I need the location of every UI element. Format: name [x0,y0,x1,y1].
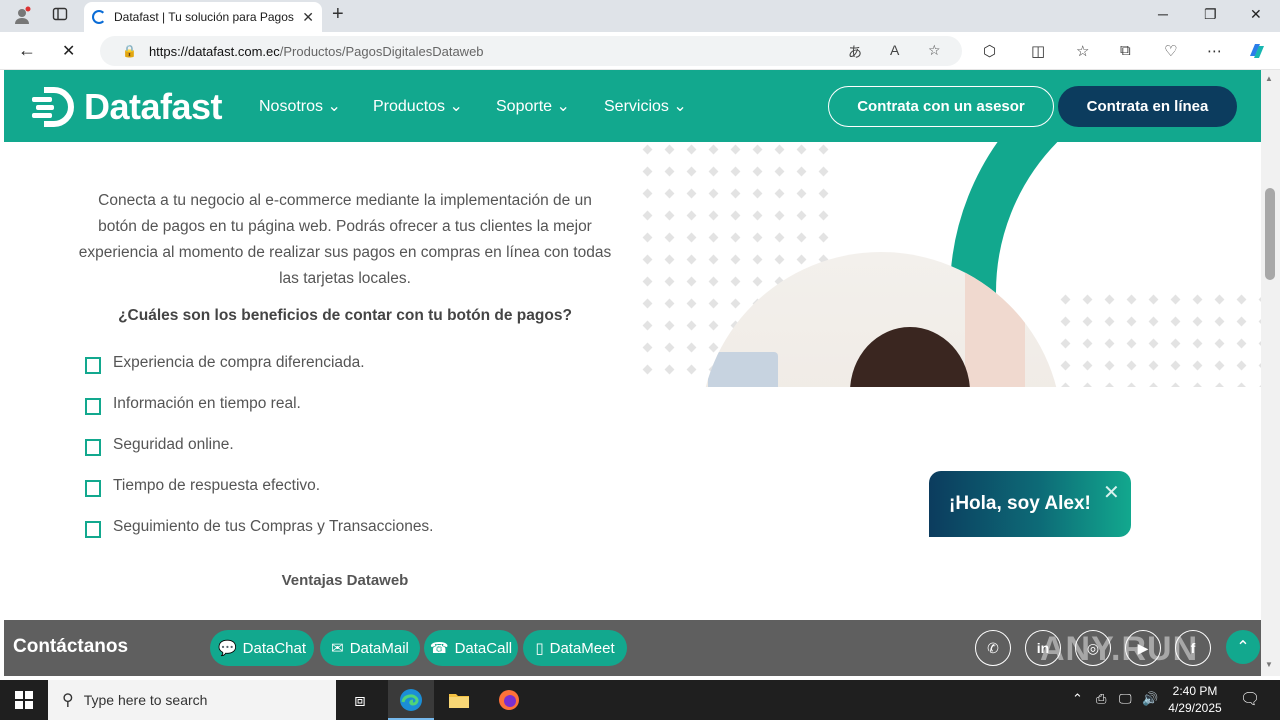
chat-icon: 💬 [217,640,237,657]
search-icon: ⚲ [62,692,74,709]
task-view-icon[interactable]: ⧈ [348,688,372,712]
phone-icon: ☎ [429,640,449,657]
search-placeholder: Type here to search [83,692,208,708]
clock-date: 4/29/2025 [1168,701,1222,715]
browser-tabbar: Datafast | Tu solución para Pagos ✕ + ─ … [0,0,1280,32]
tab-title: Datafast | Tu solución para Pagos [114,10,294,24]
taskbar-search[interactable]: ⚲ Type here to search [48,680,336,720]
benefit-item: Seguimiento de tus Compras y Transaccion… [85,515,434,538]
chevron-down-icon: ⌄ [673,98,687,115]
contract-advisor-button[interactable]: Contrata con un asesor [828,86,1054,127]
loading-icon [92,10,106,24]
notifications-icon[interactable]: 🗨 [1240,689,1260,709]
page-scrollbar[interactable]: ▲ ▼ [1261,70,1280,676]
logo-text: Datafast [84,86,223,127]
checkbox-icon [85,480,101,497]
benefit-item: Tiempo de respuesta efectivo. [85,474,320,497]
nav-servicios[interactable]: Servicios ⌄ [604,96,687,116]
minimize-icon[interactable]: ─ [1158,6,1168,22]
meet-icon: ▯ [535,640,544,657]
nav-nosotros[interactable]: Nosotros ⌄ [259,96,341,116]
chevron-down-icon: ⌄ [449,98,463,115]
datafast-logo[interactable]: Datafast [30,86,223,128]
anyrun-watermark: ANY.RUN [1040,630,1199,668]
tab-actions-icon[interactable] [52,6,68,26]
scroll-down-icon[interactable]: ▼ [1265,660,1273,669]
benefit-item: Experiencia de compra diferenciada. [85,351,365,374]
scroll-up-icon[interactable]: ▲ [1265,74,1273,83]
clock-time: 2:40 PM [1172,684,1218,698]
copilot-icon[interactable] [1246,40,1268,66]
logo-mark-icon [30,87,76,127]
address-bar[interactable]: 🔒 https://datafast.com.ec/Productos/Pago… [100,36,962,66]
web-page: Datafast Nosotros ⌄ Productos ⌄ Soporte … [4,70,1261,676]
nav-productos[interactable]: Productos ⌄ [373,96,463,116]
taskbar-clock[interactable]: 2:40 PM 4/29/2025 [1160,683,1230,717]
tray-device-icon[interactable]: ⎙ [1096,691,1106,707]
browser-tab-active[interactable]: Datafast | Tu solución para Pagos ✕ [84,2,322,32]
network-icon[interactable]: 🖵 [1119,691,1132,707]
tray-chevron-icon[interactable]: ⌃ [1072,691,1083,707]
checkbox-icon [85,357,101,374]
favorite-star-icon[interactable]: ☆ [928,42,941,59]
volume-icon[interactable]: 🔊 [1142,691,1158,707]
benefits-title: ¿Cuáles son los beneficios de contar con… [118,307,572,324]
site-header: Datafast Nosotros ⌄ Productos ⌄ Soporte … [4,70,1261,142]
firefox-icon[interactable] [497,688,521,712]
close-tab-icon[interactable]: ✕ [302,9,314,26]
browser-toolbar: ← ✕ 🔒 https://datafast.com.ec/Productos/… [0,32,1280,70]
contract-online-button[interactable]: Contrata en línea [1058,86,1237,127]
browser-essentials-icon[interactable]: ♡ [1164,42,1177,60]
windows-icon [15,691,33,709]
split-screen-icon[interactable]: ◫ [1031,42,1045,60]
intro-text: Conecta a tu negocio al e-commerce media… [78,192,612,287]
checkbox-icon [85,398,101,415]
whatsapp-icon[interactable]: ✆ [975,630,1011,666]
screen: Datafast | Tu solución para Pagos ✕ + ─ … [0,0,1280,720]
chat-greeting-bubble[interactable]: ¡Hola, soy Alex! [929,471,1131,537]
close-chat-icon[interactable]: ✕ [1103,480,1120,505]
ventajas-heading: Ventajas Dataweb [281,572,409,589]
url-host: https://datafast.com.ec [148,43,280,59]
extensions-icon[interactable]: ⬡ [983,42,996,60]
nav-soporte[interactable]: Soporte ⌄ [496,96,570,116]
more-menu-icon[interactable]: ⋯ [1207,42,1222,60]
contact-title: Contáctanos [13,636,129,657]
back-icon[interactable]: ← [18,40,36,61]
read-aloud-icon[interactable]: A [890,42,899,58]
file-explorer-icon[interactable] [447,688,471,712]
restore-icon[interactable]: ❐ [1204,6,1217,23]
scroll-to-top-button[interactable]: ⌃ [1226,630,1260,664]
checkbox-icon [85,521,101,538]
start-button[interactable] [0,680,48,720]
benefit-item: Seguridad online. [85,433,234,456]
contact-bar: Contáctanos 💬 DataChat ✉ DataMail ☎ DataCal… [4,620,1261,676]
favorites-icon[interactable]: ☆ [1076,42,1089,60]
mail-icon: ✉ [331,640,344,657]
url-path: /Productos/PagosDigitalesDataweb [279,43,484,59]
datameet-button[interactable]: ▯ DataMeet [523,630,627,666]
chevron-down-icon: ⌄ [327,98,341,115]
datachat-button[interactable]: 💬 DataChat [210,630,314,666]
benefit-item: Información en tiempo real. [85,392,301,415]
collections-icon[interactable]: ⧉ [1120,42,1131,59]
scroll-thumb[interactable] [1265,188,1275,280]
close-window-icon[interactable]: ✕ [1250,6,1262,23]
translate-icon[interactable]: あ [848,42,862,62]
edge-icon[interactable] [399,688,423,712]
windows-taskbar: ⚲ Type here to search ⧈ ⌃ ⎙ 🖵 🔊 2:40 PM … [0,680,1280,720]
checkbox-icon [85,439,101,456]
new-tab-icon[interactable]: + [332,3,344,26]
chevron-down-icon: ⌄ [556,98,570,115]
profile-icon[interactable] [12,6,32,30]
stop-loading-icon[interactable]: ✕ [62,41,75,61]
datamail-button[interactable]: ✉ DataMail [320,630,420,666]
datacall-button[interactable]: ☎ DataCall [424,630,518,666]
lock-icon[interactable]: 🔒 [122,44,137,58]
